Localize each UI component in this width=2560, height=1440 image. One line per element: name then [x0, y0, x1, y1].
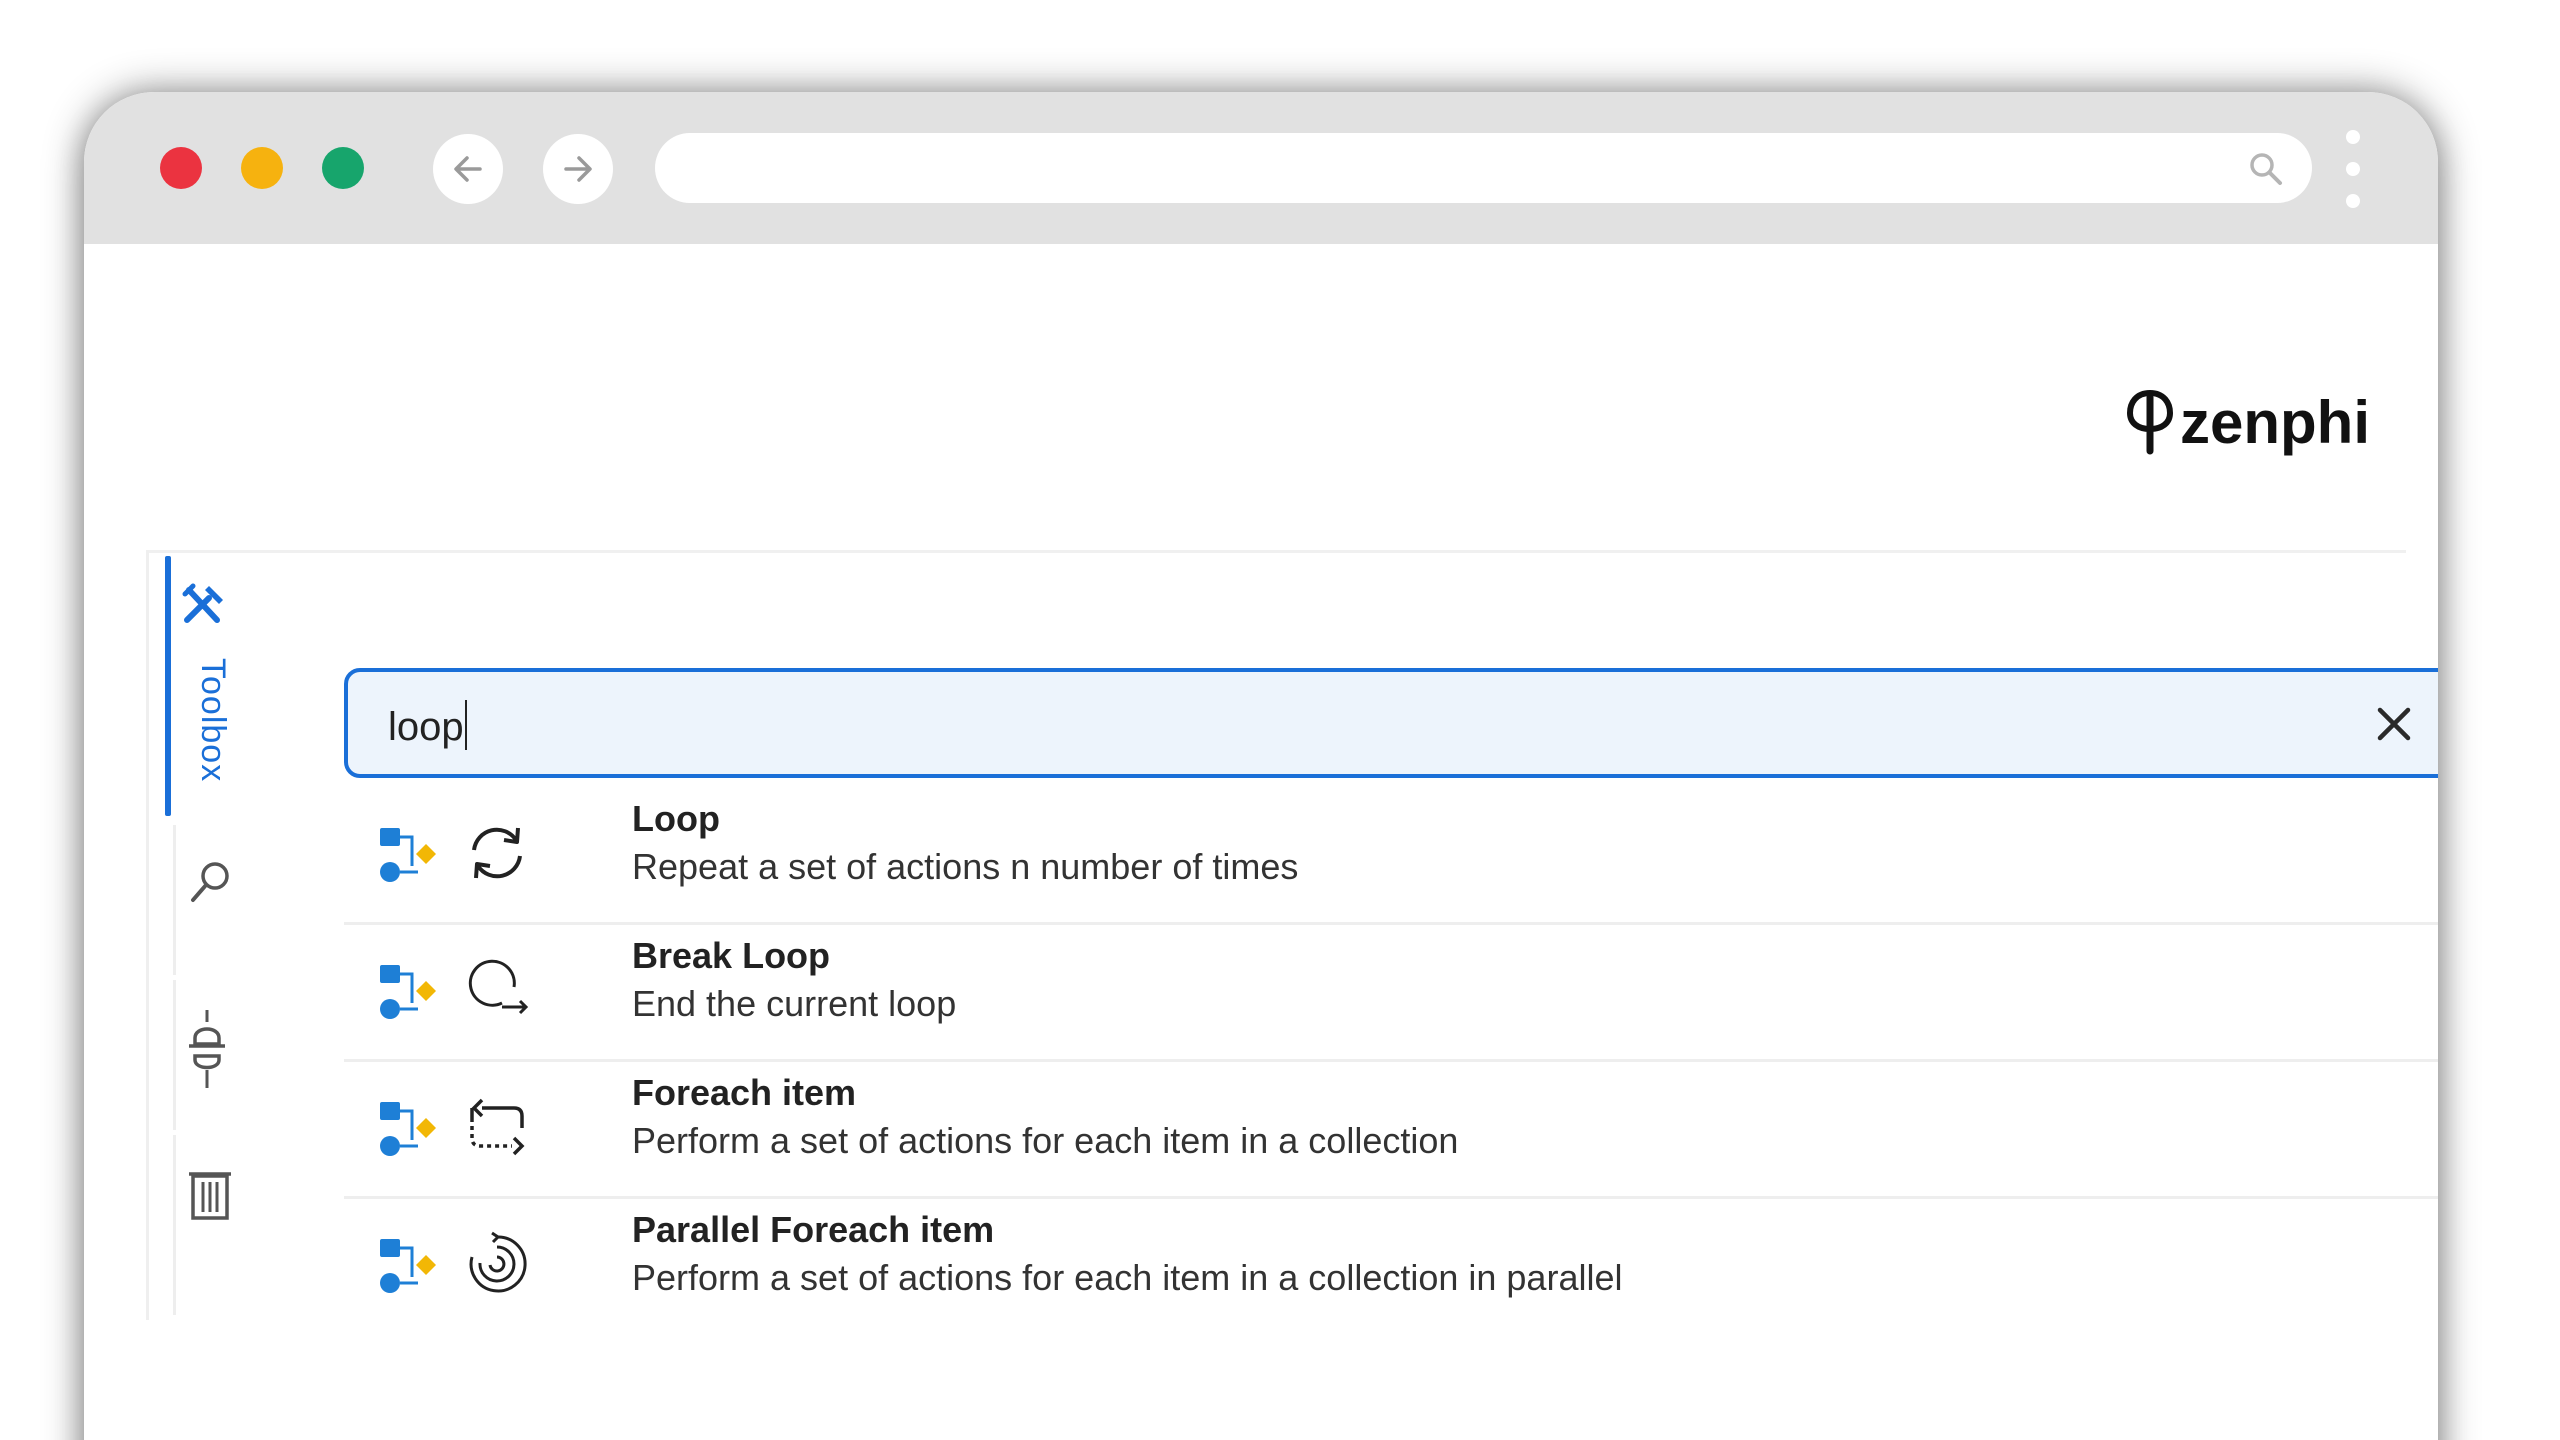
flow-control-category-icon — [380, 965, 436, 1019]
bin-icon — [189, 1172, 231, 1220]
result-title: Foreach item — [632, 1072, 857, 1113]
menu-dot-icon — [2346, 194, 2360, 208]
close-window-button[interactable] — [160, 147, 202, 189]
clear-search-button[interactable] — [2372, 702, 2416, 746]
rail-divider — [173, 980, 176, 1130]
address-bar[interactable] — [655, 133, 2312, 203]
parallel-foreach-icon — [469, 1231, 527, 1293]
tools-icon — [182, 583, 223, 623]
close-icon — [2377, 707, 2411, 741]
forward-button[interactable] — [543, 134, 613, 204]
maximize-window-button[interactable] — [322, 147, 364, 189]
sidebar-tab-connections[interactable] — [187, 1008, 227, 1103]
menu-dot-icon — [2346, 130, 2360, 144]
result-title: Parallel Foreach item — [632, 1209, 995, 1250]
sidebar-tab-toolbox-label[interactable]: Toolbox — [193, 658, 232, 782]
rail-divider — [173, 1135, 176, 1315]
result-description: Repeat a set of actions n number of time… — [632, 846, 1299, 887]
search-icon — [191, 862, 229, 902]
rail-divider — [173, 825, 176, 975]
logo-text: zenphi — [2180, 388, 2370, 456]
break-loop-icon — [468, 959, 529, 1015]
foreach-icon — [470, 1098, 525, 1156]
sidebar-tab-toolbox[interactable] — [179, 580, 229, 635]
flow-control-category-icon — [380, 1102, 436, 1156]
zenphi-logo: zenphi — [2124, 382, 2370, 462]
plug-icon — [189, 1010, 225, 1088]
loop-icon — [472, 827, 522, 879]
sidebar-rail: Toolbox — [146, 550, 256, 1320]
search-input-value[interactable]: loop — [388, 700, 467, 750]
result-item-foreach[interactable]: Foreach item Perform a set of actions fo… — [344, 1062, 2438, 1199]
flow-control-category-icon — [380, 828, 436, 882]
result-description: End the current loop — [632, 983, 957, 1024]
result-title: Loop — [632, 798, 720, 839]
result-description: Perform a set of actions for each item i… — [632, 1120, 1459, 1161]
toolbox-search-input[interactable]: loop — [344, 668, 2438, 778]
search-icon[interactable] — [2246, 149, 2286, 189]
arrow-left-icon — [454, 156, 482, 182]
result-item-parallel-foreach[interactable]: Parallel Foreach item Perform a set of a… — [344, 1199, 2438, 1336]
result-item-loop[interactable]: Loop Repeat a set of actions n number of… — [344, 788, 2438, 925]
toolbox-panel: Toolbox loop Loop Repeat a set of action… — [146, 550, 2438, 1410]
minimize-window-button[interactable] — [241, 147, 283, 189]
browser-toolbar — [84, 92, 2438, 244]
sidebar-tab-search[interactable] — [187, 858, 235, 911]
back-button[interactable] — [433, 134, 503, 204]
panel-divider — [146, 550, 2406, 553]
active-tab-indicator — [165, 556, 171, 816]
search-text: loop — [388, 705, 464, 749]
arrow-right-icon — [564, 156, 592, 182]
result-title: Break Loop — [632, 935, 831, 976]
result-description: Perform a set of actions for each item i… — [632, 1257, 1623, 1298]
menu-dot-icon — [2346, 162, 2360, 176]
search-results-list: Loop Repeat a set of actions n number of… — [344, 788, 2438, 1336]
flow-control-category-icon — [380, 1239, 436, 1293]
result-item-break-loop[interactable]: Break Loop End the current loop — [344, 925, 2438, 1062]
zenphi-logo-icon — [2126, 389, 2174, 455]
browser-window: zenphi Toolbox loop Loop Repeat a set of… — [84, 92, 2438, 1440]
browser-menu-button[interactable] — [2346, 130, 2360, 208]
text-caret — [464, 700, 467, 750]
sidebar-tab-archive[interactable] — [187, 1168, 233, 1227]
